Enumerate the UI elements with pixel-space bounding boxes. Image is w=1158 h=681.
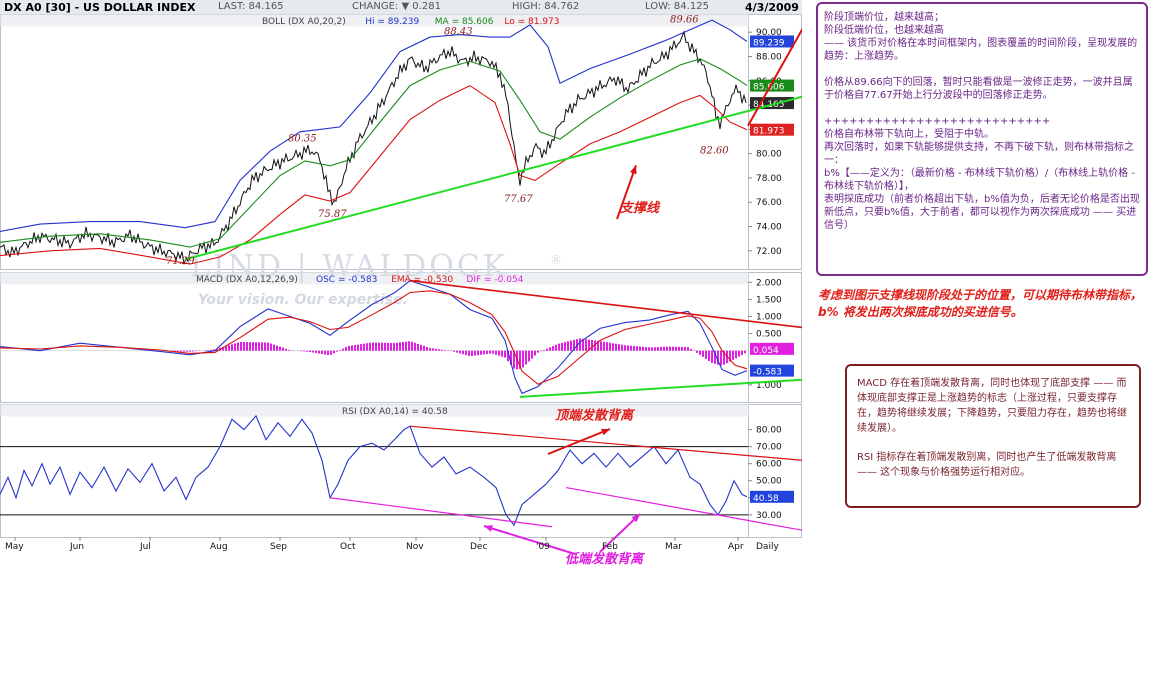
axis-tick-label: 72.00	[756, 247, 782, 257]
x-axis-month-label: Nov	[406, 542, 424, 552]
legend-entry: Lo = 81.973	[504, 17, 559, 27]
low-value: LOW: 84.125	[645, 1, 709, 12]
change-value: CHANGE: ▼ 0.281	[352, 1, 441, 12]
chart-annotation: 80.35	[288, 134, 317, 145]
axis-tick-label: 80.00	[756, 150, 782, 160]
axis-tick-label: 74.00	[756, 223, 782, 233]
axis-tick-label: 70.00	[756, 443, 782, 453]
axis-tick-label: 78.00	[756, 174, 782, 184]
note-line: —— 该货币对价格在本时间框架内，图表覆盖的时间阶段，呈现发展的趋势：上涨趋势。	[824, 38, 1138, 62]
watermark-tagline: Your vision. Our expertise.	[198, 292, 408, 308]
note-line	[824, 102, 1140, 115]
chart-annotation: 88.43	[444, 27, 473, 38]
axis-value-tag-label: -0.583	[753, 368, 782, 378]
chart-annotation: 顶端发散背离	[555, 407, 635, 423]
axis-tick-label: 1.500	[756, 295, 782, 305]
axis-value-tag-label: 40.58	[753, 494, 779, 504]
chart-annotation: 77.67	[504, 194, 533, 205]
legend-entry: OSC = -0.583	[316, 275, 377, 285]
indicator-legend-label: RSI (DX A0,14) = 40.58	[342, 407, 448, 417]
x-axis-period-label: Daily	[756, 542, 779, 552]
axis-value-tag-label: 81.973	[753, 127, 785, 137]
indicator-legend-label: BOLL (DX A0,20,2)	[262, 17, 346, 27]
axis-tick-label: 2.000	[756, 278, 782, 288]
x-axis-month-label: Dec	[470, 542, 487, 552]
axis-tick-label: 1.000	[756, 312, 782, 322]
x-axis-month-label: Jul	[139, 542, 151, 552]
note-line: 阶段顶端价位，越来越高；	[824, 12, 944, 23]
chart-annotation: 89.66	[670, 15, 699, 26]
note-line: 表明探底成功（前者价格超出下轨，b%值为负，后者无论价格是否出现新低点，只要b%…	[824, 194, 1140, 231]
analysis-note-box: 阶段顶端价位，越来越高； 阶段低端价位，也越来越高 —— 该货币对价格在本时间框架内…	[816, 2, 1148, 276]
note-line	[824, 63, 1140, 76]
rsi-note: RSI 指标存在着顶端发散别离，同时也产生了低端发散背离 —— 这个现象与价格强…	[857, 452, 1117, 478]
chart-header: DX A0 [30] - US DOLLAR INDEX LAST: 84.16…	[0, 0, 802, 15]
axis-tick-label: 80.00	[756, 426, 782, 436]
chart-annotation: 支撑线	[620, 200, 661, 216]
chart-annotation: 75.87	[318, 209, 347, 220]
x-axis-month-label: May	[5, 542, 24, 552]
chart-annotation: 低端发散背离	[565, 551, 645, 567]
x-axis-month-label: Mar	[665, 542, 682, 552]
axis-tick-label: 88.00	[756, 53, 782, 63]
legend-entry: EMA = -0.530	[391, 275, 453, 285]
x-axis-month-label: Apr	[728, 542, 744, 552]
note-line: 价格从89.66向下的回落，暂时只能看做是一波修正走势，一波并且属于价格自77.…	[824, 77, 1133, 101]
axis-value-tag-label: 0.054	[753, 346, 779, 356]
legend-entry: MA = 85.606	[435, 17, 494, 27]
axis-value-tag-label: 89.239	[753, 38, 785, 48]
axis-tick-label: 60.00	[756, 460, 782, 470]
x-axis-month-label: Sep	[270, 542, 287, 552]
panel-frame	[0, 14, 802, 270]
panel-frame	[0, 404, 802, 538]
indicator-legend-label: MACD (DX A0,12,26,9)	[196, 275, 298, 285]
x-axis-month-label: Oct	[340, 542, 356, 552]
stock-chart: LIND | WALDOCK ®Your vision. Our expertis…	[0, 14, 802, 567]
x-axis-month-label: Aug	[210, 542, 228, 552]
watermark-mark: ®	[550, 253, 562, 267]
legend-entry: DIF = -0.054	[466, 275, 523, 285]
buy-signal-callout: 考虑到图示支撑线现阶段处于的位置，可以期待布林带指标，b% 将发出两次探底成功的…	[818, 288, 1143, 319]
note-line: b%【——定义为：（最新价格 - 布林线下轨价格）/（布林线上轨价格 - 布林线…	[824, 168, 1135, 192]
axis-tick-label: 50.00	[756, 477, 782, 487]
legend-entry: Hi = 89.239	[365, 17, 419, 27]
symbol-title: DX A0 [30] - US DOLLAR INDEX	[4, 1, 196, 14]
axis-tick-label: 30.00	[756, 511, 782, 521]
note-line: 价格自布林带下轨向上，受阻于中轨。	[824, 129, 994, 140]
chart-annotation: 71.29	[166, 256, 195, 267]
macd-note: MACD 存在着顶端发散背离，同时也体现了底部支撑 —— 而体现底部支撑正是上涨…	[857, 378, 1127, 434]
chart-annotation: 82.60	[700, 146, 729, 157]
indicator-note-box: MACD 存在着顶端发散背离，同时也体现了底部支撑 —— 而体现底部支撑正是上涨…	[845, 364, 1141, 508]
last-price: LAST: 84.165	[218, 1, 284, 12]
x-axis-month-label: Jun	[69, 542, 84, 552]
high-value: HIGH: 84.762	[512, 1, 580, 12]
x-axis-month-label: '09	[536, 542, 550, 552]
axis-tick-label: 0.500	[756, 330, 782, 340]
note-line: 阶段低端价位，也越来越高	[824, 25, 944, 36]
note-line: +++++++++++++++++++++++++++	[824, 116, 1051, 127]
chart-date: 4/3/2009	[745, 1, 799, 14]
note-line: 再次回落时，如果下轨能够提供支持，不再下破下轨，则布林带指标之一：	[824, 142, 1134, 166]
x-axis-month-label: Feb	[602, 542, 618, 552]
axis-tick-label: 76.00	[756, 198, 782, 208]
